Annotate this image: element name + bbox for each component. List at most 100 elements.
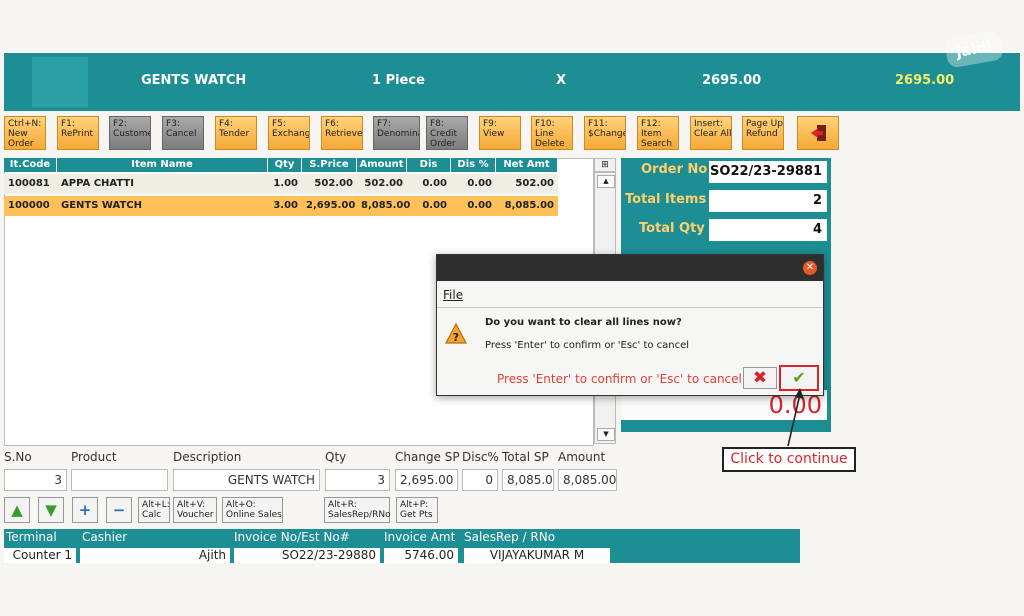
warning-question-icon: ? (445, 323, 467, 344)
salesrep-button[interactable]: Alt+R: SalesRep/RNo (324, 497, 391, 523)
banner-total: 2695.00 (895, 73, 955, 88)
table-cell: GENTS WATCH (61, 200, 142, 211)
table-cell: 2,695.00 (306, 200, 356, 211)
move-down-arrow-icon[interactable]: ▼ (38, 497, 64, 523)
banner-price: 2695.00 (702, 73, 762, 88)
plus-icon[interactable]: + (72, 497, 98, 523)
table-cell: 502.00 (515, 178, 554, 189)
table-cell: 0.00 (422, 178, 447, 189)
svg-text:?: ? (453, 331, 459, 344)
disc-percent-field[interactable]: 0 (462, 469, 498, 491)
table-cell: 502.00 (314, 178, 353, 189)
table-row[interactable]: 100000 GENTS WATCH 3.00 2,695.00 8,085.00 0.0… (4, 196, 558, 216)
click-to-continue-callout: Click to continue (722, 447, 856, 472)
callout-arrow-icon (787, 388, 804, 447)
item-thumbnail (32, 57, 88, 107)
total-items-value: 2 (709, 190, 827, 212)
change-sp-field[interactable]: 2,695.00 (395, 469, 458, 491)
invoice-amt-value: 5746.00 (384, 548, 458, 563)
sno-field[interactable]: 3 (4, 469, 67, 491)
table-row[interactable]: 100081 APPA CHATTI 1.00 502.00 502.00 0.00 0.0… (4, 174, 558, 194)
toolbar-button-9[interactable]: F9: View (479, 116, 521, 150)
get-points-button[interactable]: Alt+P: Get Pts (396, 497, 438, 523)
table-cell: 0.00 (467, 200, 492, 211)
description-field[interactable]: GENTS WATCH (173, 469, 320, 491)
salesrep-value: VIJAYAKUMAR M (464, 548, 610, 563)
amount-field[interactable]: 8,085.00 (558, 469, 617, 491)
table-cell: APPA CHATTI (61, 178, 134, 189)
total-sp-label: Total SP (502, 450, 549, 464)
cancel-x-icon[interactable]: ✖ (743, 367, 777, 389)
column-chooser-icon[interactable]: ⊞ (594, 158, 616, 172)
description-label: Description (173, 450, 242, 464)
exit-icon[interactable] (797, 116, 839, 150)
toolbar-button-4[interactable]: F4: Tender (215, 116, 257, 150)
grid-header: It.CodeItem NameQtyS.PriceAmountDis AmtD… (4, 158, 558, 184)
toolbar-button-0[interactable]: Ctrl+N: New Order (4, 116, 46, 150)
move-up-arrow-icon[interactable]: ▲ (4, 497, 30, 523)
toolbar-button-11[interactable]: F11: $Change (584, 116, 626, 150)
order-no-label: Order No (641, 162, 708, 177)
voucher-button[interactable]: Alt+V: Voucher (173, 497, 217, 523)
total-qty-label: Total Qty (639, 221, 705, 236)
toolbar-button-1[interactable]: F1: RePrint (57, 116, 99, 150)
toolbar-button-12[interactable]: F12: Item Search (637, 116, 679, 150)
dialog-divider (437, 307, 823, 308)
cashier-value: Ajith (80, 548, 230, 563)
file-menu-label: File (443, 288, 464, 302)
total-items-label: Total Items (625, 192, 707, 207)
sno-label: S.No (4, 450, 32, 464)
online-sales-button[interactable]: Alt+O: Online Sales (222, 497, 283, 523)
item-banner: GENTS WATCH 1 Piece X 2695.00 2695.00 (4, 53, 1020, 111)
grid-header-cell[interactable]: S.Price (302, 158, 357, 172)
table-cell: 3.00 (273, 200, 298, 211)
grid-header-cell[interactable]: Item Name (57, 158, 268, 172)
change-sp-label: Change SP (395, 450, 460, 464)
product-label: Product (71, 450, 117, 464)
banner-qty: 1 Piece (372, 73, 425, 88)
qty-label: Qty (325, 450, 347, 464)
toolbar-button-14[interactable]: Page Up: Refund (742, 116, 784, 150)
grid-header-cell[interactable]: Amount (357, 158, 407, 172)
terminal-label: Terminal (6, 530, 57, 544)
grid-header-cell[interactable]: Dis Amt (407, 158, 451, 184)
toolbar-button-8[interactable]: F8: Credit Order (426, 116, 468, 150)
order-no-value: SO22/23-29881 (709, 161, 827, 183)
grid-header-cell[interactable]: It.Code (4, 158, 57, 172)
amount-label: Amount (558, 450, 606, 464)
close-icon[interactable]: ✕ (803, 261, 817, 275)
table-cell: 0.00 (467, 178, 492, 189)
dialog-titlebar: ✕ (437, 255, 823, 281)
qty-field[interactable]: 3 (325, 469, 390, 491)
toolbar-button-13[interactable]: Insert: Clear All (690, 116, 732, 150)
toolbar-button-2[interactable]: F2: Customer (109, 116, 151, 150)
dialog-question: Do you want to clear all lines now? (485, 317, 682, 328)
toolbar-button-10[interactable]: F10: Line Delete (531, 116, 573, 150)
total-sp-field[interactable]: 8,085.0 (502, 469, 554, 491)
dialog-footer-hint: Press 'Enter' to confirm or 'Esc' to can… (497, 372, 742, 386)
cashier-label: Cashier (82, 530, 128, 544)
file-menu[interactable]: File (443, 288, 463, 302)
calc-button[interactable]: Alt+L: Calc (138, 497, 170, 523)
invoice-no-value: SO22/23-29880 (234, 548, 380, 563)
toolbar-button-3[interactable]: F3: Cancel (162, 116, 204, 150)
total-qty-value: 4 (709, 219, 827, 241)
confirm-clear-dialog: ✕ File ? Do you want to clear all lines … (436, 254, 824, 396)
grid-header-cell[interactable]: Net Amt (496, 158, 558, 172)
grid-header-cell[interactable]: Qty (268, 158, 302, 172)
grid-header-cell[interactable]: Dis % (451, 158, 496, 172)
scroll-up-arrow-icon[interactable]: ▲ (597, 175, 615, 188)
invoice-amt-label: Invoice Amt (384, 530, 456, 544)
product-field[interactable] (71, 469, 168, 491)
scroll-down-arrow-icon[interactable]: ▼ (597, 428, 615, 441)
toolbar-button-7[interactable]: F7: Denomina (373, 116, 420, 150)
toolbar-button-5[interactable]: F5: Exchange (268, 116, 310, 150)
minus-icon[interactable]: − (106, 497, 132, 523)
table-cell: 0.00 (422, 200, 447, 211)
table-cell: 8,085.00 (361, 200, 411, 211)
invoice-no-label: Invoice No/Est No# (234, 530, 350, 544)
toolbar-button-6[interactable]: F6: Retrieve (321, 116, 363, 150)
table-cell: 1.00 (273, 178, 298, 189)
table-cell: 100081 (8, 178, 50, 189)
banner-multiply: X (556, 73, 567, 88)
